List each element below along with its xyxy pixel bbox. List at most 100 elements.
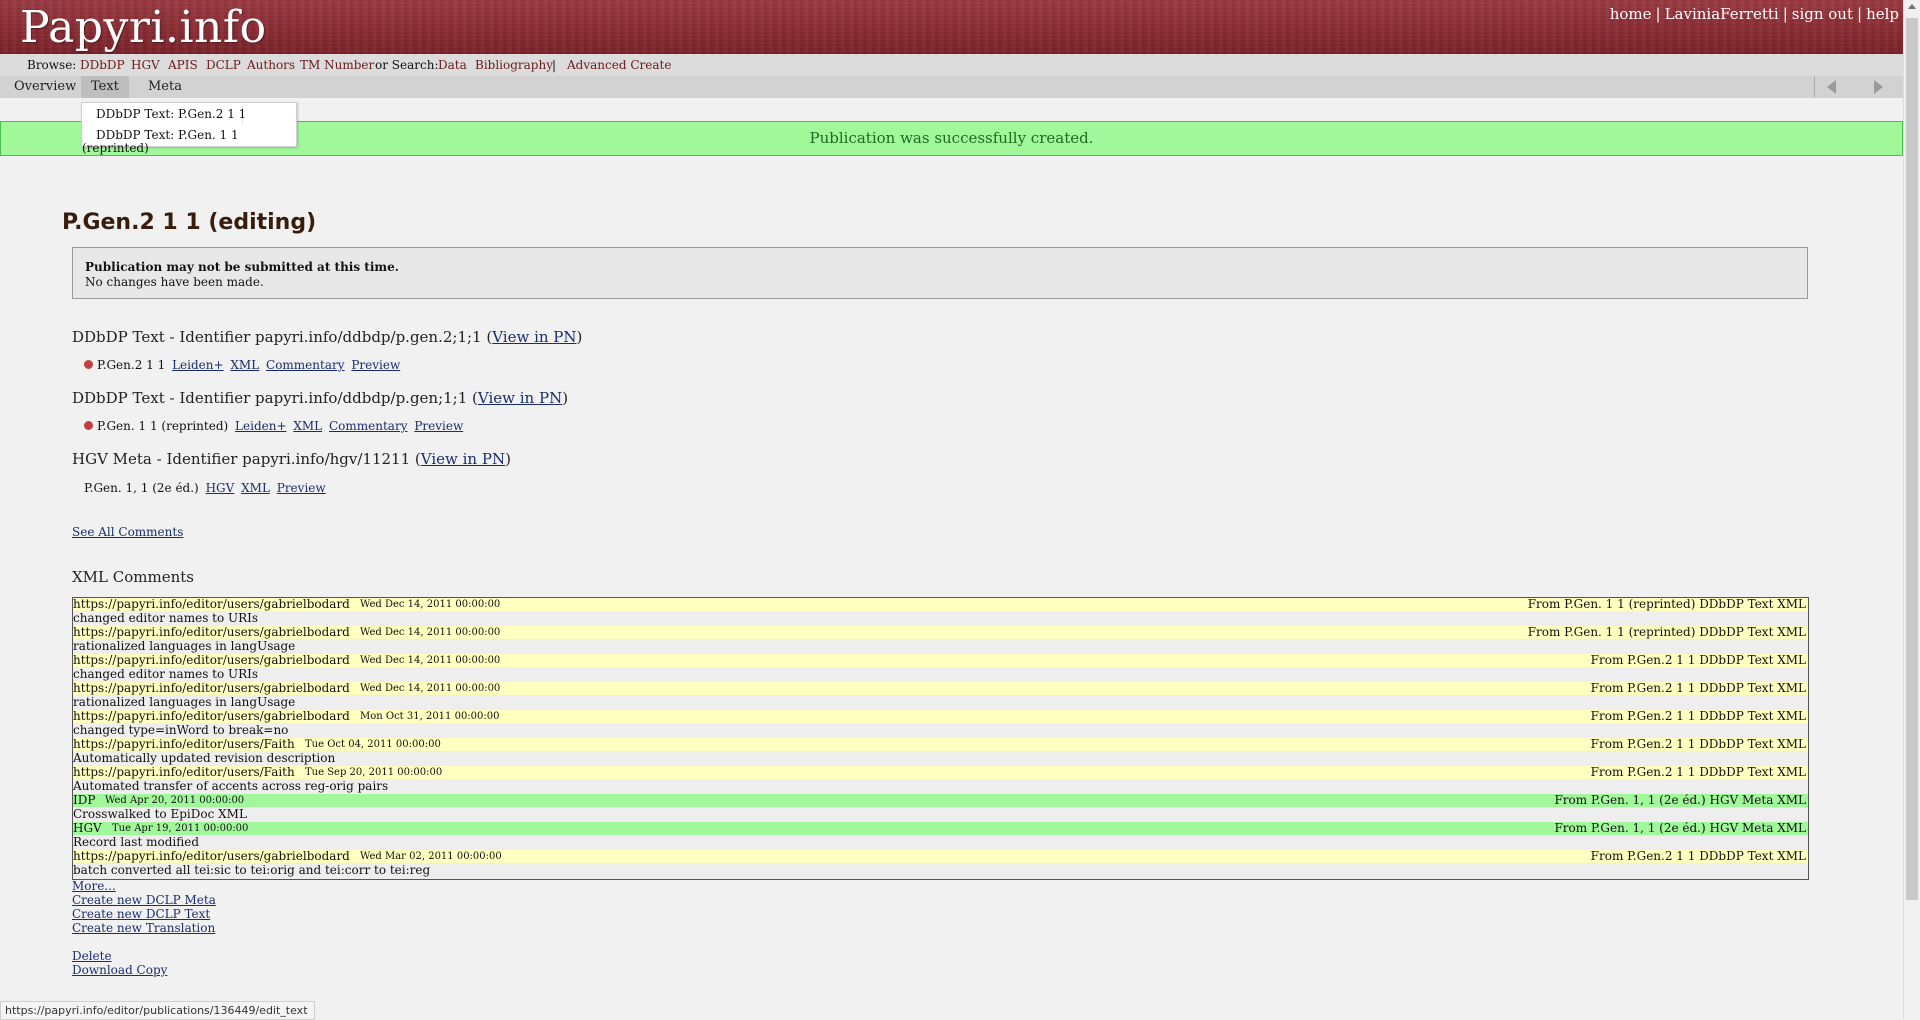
tab-divider [1814, 76, 1815, 98]
comment-body: changed editor names to URIs [73, 667, 259, 681]
sign-out-link[interactable]: sign out [1792, 5, 1853, 23]
scroll-up-icon[interactable] [1908, 4, 1916, 9]
advanced-create-link[interactable]: Advanced Create [567, 54, 671, 76]
comment-header: https://papyri.info/editor/users/gabriel… [73, 850, 1808, 863]
comment-header: HGV Tue Apr 19, 2011 00:00:00 From P.Gen. … [73, 822, 1808, 835]
comment-date: Wed Dec 14, 2011 00:00:00 [360, 599, 501, 610]
edit-icon [84, 360, 93, 369]
comment-body: rationalized languages in langUsage [73, 695, 296, 709]
identifier-title: DDbDP Text - Identifier papyri.info/ddbd… [72, 389, 468, 407]
create-translation-link[interactable]: Create new Translation [72, 921, 216, 935]
comment-body: rationalized languages in langUsage [73, 639, 296, 653]
identifier-label: P.Gen. 1 1 (reprinted) [97, 419, 229, 433]
tab-overview[interactable]: Overview [4, 76, 86, 98]
comment-source: From P.Gen.2 1 1 DDbDP Text XML [1590, 653, 1806, 667]
search-data[interactable]: Data [438, 54, 467, 76]
comment-user: https://papyri.info/editor/users/gabriel… [73, 653, 350, 667]
comment-source: From P.Gen.2 1 1 DDbDP Text XML [1590, 765, 1806, 779]
create-dclp-meta-link[interactable]: Create new DCLP Meta [72, 893, 216, 907]
browse-hgv[interactable]: HGV [131, 54, 160, 76]
xml-link[interactable]: XML [293, 419, 322, 433]
previous-arrow-icon[interactable] [1827, 80, 1836, 94]
preview-link[interactable]: Preview [351, 358, 400, 372]
comment-body: Crosswalked to EpiDoc XML [73, 807, 247, 821]
identifier-row: P.Gen. 1, 1 (2e éd.) HGV XML Preview [84, 481, 326, 495]
browse-ddbdp[interactable]: DDbDP [80, 54, 125, 76]
comment-header: https://papyri.info/editor/users/gabriel… [73, 626, 1808, 639]
search-label: or Search: [375, 58, 439, 72]
preview-link[interactable]: Preview [414, 419, 463, 433]
commentary-link[interactable]: Commentary [266, 358, 345, 372]
nav-separator: | [1782, 5, 1788, 23]
comment-body: Automated transfer of accents across reg… [73, 779, 389, 793]
preview-link[interactable]: Preview [277, 481, 326, 495]
more-comments-link[interactable]: More... [72, 879, 216, 893]
comment-source: From P.Gen. 1 1 (reprinted) DDbDP Text X… [1527, 597, 1806, 611]
edit-icon [84, 421, 93, 430]
comment-body: Automatically updated revision descripti… [73, 751, 336, 765]
identifier-row: P.Gen.2 1 1 Leiden+ XML Commentary Previ… [84, 358, 400, 372]
comment-source: From P.Gen.2 1 1 DDbDP Text XML [1590, 709, 1806, 723]
home-link[interactable]: home [1610, 5, 1652, 23]
top-nav: home | LaviniaFerretti | sign out | help [1610, 5, 1899, 23]
comment-source: From P.Gen. 1 1 (reprinted) DDbDP Text X… [1527, 625, 1806, 639]
create-dclp-text-link[interactable]: Create new DCLP Text [72, 907, 216, 921]
comment-user: https://papyri.info/editor/users/Faith [73, 737, 295, 751]
scrollbar-thumb[interactable] [1906, 18, 1918, 900]
xml-link[interactable]: XML [230, 358, 259, 372]
comment-header: https://papyri.info/editor/users/gabriel… [73, 654, 1808, 667]
vertical-scrollbar[interactable] [1903, 0, 1920, 1018]
site-logo[interactable]: Papyri.info [20, 2, 267, 53]
comment-user: IDP [73, 793, 96, 807]
nav-separator: | [1655, 5, 1661, 23]
browse-apis[interactable]: APIS [168, 54, 198, 76]
identifier-label: P.Gen. 1, 1 (2e éd.) [84, 481, 199, 495]
identifier-title: DDbDP Text - Identifier papyri.info/ddbd… [72, 328, 482, 346]
identifier-label: P.Gen.2 1 1 [97, 358, 166, 372]
comment-body: batch converted all tei:sic to tei:orig … [73, 863, 431, 877]
leiden-link[interactable]: Leiden+ [172, 358, 223, 372]
notice-title: Publication may not be submitted at this… [85, 260, 399, 274]
commentary-link[interactable]: Commentary [329, 419, 408, 433]
tab-meta[interactable]: Meta [138, 76, 192, 98]
dropdown-item-pgen2[interactable]: DDbDP Text: P.Gen.2 1 1 [96, 107, 246, 121]
identifier-row: P.Gen. 1 1 (reprinted) Leiden+ XML Comme… [84, 419, 463, 433]
comment-header: https://papyri.info/editor/users/Faith Tu… [73, 766, 1808, 779]
hgv-link[interactable]: HGV [206, 481, 235, 495]
tab-text[interactable]: Text [81, 76, 129, 98]
help-link[interactable]: help [1866, 5, 1899, 23]
dropdown-item-overflow[interactable]: (reprinted) [82, 141, 149, 155]
page-title: P.Gen.2 1 1 (editing) [62, 210, 317, 235]
comment-user: https://papyri.info/editor/users/gabriel… [73, 625, 350, 639]
comment-date: Tue Sep 20, 2011 00:00:00 [305, 767, 443, 778]
see-all-comments-link[interactable]: See All Comments [72, 525, 183, 539]
view-in-pn-link[interactable]: View in PN [421, 450, 505, 468]
browse-bar: Browse: DDbDP HGV APIS DCLP Authors TM N… [0, 54, 1903, 76]
view-in-pn-link[interactable]: View in PN [492, 328, 576, 346]
search-bibliography[interactable]: Bibliography [475, 54, 553, 76]
browse-label: Browse: [27, 58, 77, 72]
dropdown-item-pgen[interactable]: DDbDP Text: P.Gen. 1 1 [96, 128, 239, 142]
delete-link[interactable]: Delete [72, 949, 216, 963]
browse-dclp[interactable]: DCLP [206, 54, 241, 76]
site-header: Papyri.info home | LaviniaFerretti | sign ou… [0, 0, 1903, 54]
comment-user: https://papyri.info/editor/users/Faith [73, 765, 295, 779]
browser-status-url: https://papyri.info/editor/publications/… [0, 1001, 315, 1020]
user-link[interactable]: LaviniaFerretti [1665, 5, 1779, 23]
next-arrow-icon[interactable] [1874, 80, 1883, 94]
browse-tm-number[interactable]: TM Number [300, 54, 374, 76]
browse-authors[interactable]: Authors [247, 54, 295, 76]
comment-date: Mon Oct 31, 2011 00:00:00 [360, 711, 500, 722]
comment-source: From P.Gen.2 1 1 DDbDP Text XML [1590, 737, 1806, 751]
action-links: More... Create new DCLP Meta Create new … [72, 879, 216, 977]
view-in-pn-link[interactable]: View in PN [478, 389, 562, 407]
submission-notice: Publication may not be submitted at this… [72, 247, 1808, 299]
download-copy-link[interactable]: Download Copy [72, 963, 216, 977]
identifier-heading: DDbDP Text - Identifier papyri.info/ddbd… [72, 389, 569, 407]
identifier-heading: DDbDP Text - Identifier papyri.info/ddbd… [72, 328, 583, 346]
leiden-link[interactable]: Leiden+ [235, 419, 286, 433]
xml-link[interactable]: XML [241, 481, 270, 495]
comment-header: IDP Wed Apr 20, 2011 00:00:00 From P.Gen. … [73, 794, 1808, 807]
comment-source: From P.Gen.2 1 1 DDbDP Text XML [1590, 849, 1806, 863]
